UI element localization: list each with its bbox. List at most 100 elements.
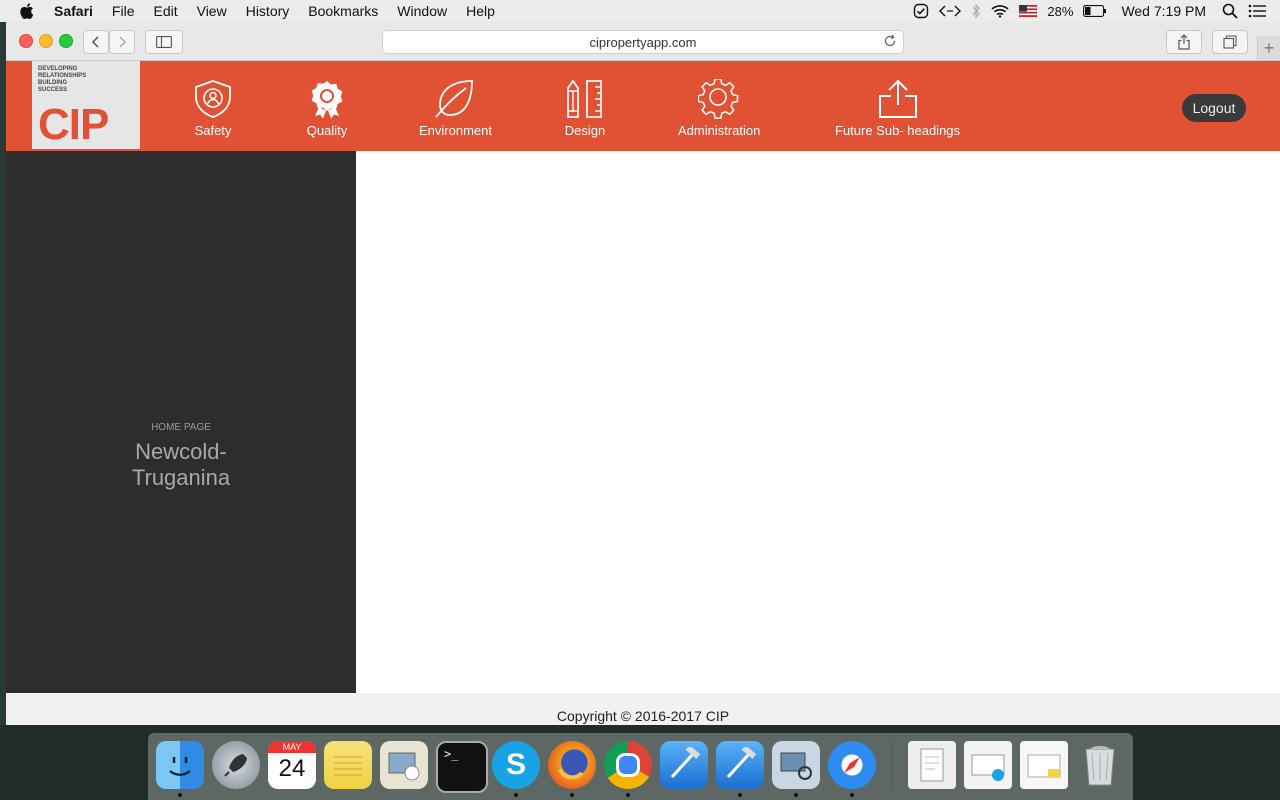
dock-xcode-2[interactable] <box>716 741 764 789</box>
xcode-hammer-icon <box>670 747 701 779</box>
dock-screenshot-stack[interactable] <box>964 741 1012 789</box>
zoom-window-button[interactable] <box>59 34 73 48</box>
dock-preview-app[interactable] <box>380 741 428 789</box>
address-bar[interactable]: cipropertyapp.com <box>382 30 904 54</box>
running-indicator <box>626 793 630 797</box>
nav-safety[interactable]: Safety <box>192 79 234 138</box>
plus-icon: + <box>1263 37 1275 58</box>
menu-file[interactable]: File <box>112 3 135 19</box>
url-text: cipropertyapp.com <box>589 34 697 50</box>
nav-administration[interactable]: Administration <box>678 79 760 138</box>
menu-edit[interactable]: Edit <box>153 3 177 19</box>
nav-design[interactable]: Design <box>563 79 607 138</box>
document-icon <box>920 748 944 782</box>
notes-icon <box>334 756 362 776</box>
menu-app-name[interactable]: Safari <box>54 3 93 19</box>
dock-finder[interactable] <box>156 741 204 789</box>
notification-center-icon[interactable] <box>1248 4 1266 18</box>
dock-trash[interactable] <box>1076 741 1124 789</box>
site-header: DEVELOPING RELATIONSHIPS BUILDING SUCCES… <box>6 61 1280 151</box>
battery-icon[interactable] <box>1083 5 1107 17</box>
dock-separator <box>892 741 893 791</box>
spotlight-search-icon[interactable] <box>1222 3 1238 19</box>
folder-stack-icon <box>1027 754 1061 778</box>
menu-view[interactable]: View <box>197 3 227 19</box>
running-indicator <box>178 793 182 797</box>
nav-label: Design <box>564 123 606 138</box>
menu-bookmarks[interactable]: Bookmarks <box>308 3 378 19</box>
dock-document-stack[interactable] <box>908 741 956 789</box>
nav-quality[interactable]: Quality <box>306 79 348 138</box>
web-page: DEVELOPING RELATIONSHIPS BUILDING SUCCES… <box>6 61 1280 725</box>
calendar-month: MAY <box>268 741 316 753</box>
tagline-line: SUCCESS <box>38 87 68 93</box>
back-button[interactable] <box>83 30 109 54</box>
dock-notes[interactable] <box>324 741 372 789</box>
us-flag-input-icon[interactable] <box>1019 5 1038 17</box>
code-brackets-icon[interactable] <box>939 4 962 18</box>
wifi-icon[interactable] <box>991 4 1009 18</box>
logout-button[interactable]: Logout <box>1182 94 1246 122</box>
clock[interactable]: Wed 7:19 PM <box>1121 3 1206 19</box>
dock-terminal[interactable]: >_ <box>436 741 488 793</box>
logo-tagline: DEVELOPING RELATIONSHIPS BUILDING SUCCES… <box>38 66 86 94</box>
pencil-ruler-icon <box>567 79 602 118</box>
running-indicator <box>514 793 518 797</box>
skype-icon: S <box>505 748 526 781</box>
trash-icon <box>1085 746 1115 786</box>
screenshot-icon <box>971 754 1005 781</box>
apple-menu-icon[interactable] <box>16 0 38 22</box>
menu-window[interactable]: Window <box>397 3 447 19</box>
dock-downloads-stack[interactable] <box>1020 741 1068 789</box>
chevron-right-icon <box>119 36 127 48</box>
chevron-left-icon <box>91 36 99 48</box>
dock-launchpad[interactable] <box>212 741 260 789</box>
project-title: Newcold- Truganina <box>6 439 356 491</box>
sidebar-toggle-button[interactable] <box>145 30 183 54</box>
checkmark-status-icon[interactable] <box>913 3 929 19</box>
reload-icon[interactable] <box>883 34 897 51</box>
tagline-line: DEVELOPING <box>38 66 78 72</box>
cip-logo[interactable]: DEVELOPING RELATIONSHIPS BUILDING SUCCES… <box>32 61 140 149</box>
sidebar-panel: HOME PAGE Newcold- Truganina <box>6 151 356 693</box>
safari-window: cipropertyapp.com + DEVELOPING RELATIONS… <box>6 22 1280 725</box>
dock-image-capture[interactable] <box>772 741 820 789</box>
close-window-button[interactable] <box>19 34 33 48</box>
menu-help[interactable]: Help <box>466 3 495 19</box>
forward-button[interactable] <box>109 30 135 54</box>
finder-icon <box>169 757 191 776</box>
photo-magnifier-icon <box>780 752 812 780</box>
browser-toolbar: cipropertyapp.com + <box>6 22 1280 61</box>
calendar-day: 24 <box>278 755 306 782</box>
dock-calendar[interactable]: MAY 24 <box>268 741 316 789</box>
image-viewer-icon <box>388 752 420 781</box>
battery-percent[interactable]: 28% <box>1047 4 1073 19</box>
nav-environment[interactable]: Environment <box>419 79 492 138</box>
nav-future-subheadings[interactable]: Future Sub- headings <box>835 79 960 138</box>
chrome-icon <box>616 753 640 777</box>
dock-firefox[interactable] <box>548 741 596 789</box>
dock-safari[interactable] <box>828 741 876 789</box>
rocket-icon <box>224 754 247 777</box>
dock-skype[interactable]: S <box>492 741 540 789</box>
running-indicator <box>738 793 742 797</box>
nav-label: Environment <box>419 123 492 138</box>
nav-label: Quality <box>306 123 348 138</box>
tabs-overview-button[interactable] <box>1212 30 1248 54</box>
minimize-window-button[interactable] <box>39 34 53 48</box>
terminal-prompt-icon: >_ <box>444 747 459 761</box>
new-tab-button[interactable]: + <box>1257 36 1280 60</box>
dock-xcode[interactable] <box>660 741 708 789</box>
menu-history[interactable]: History <box>246 3 290 19</box>
gear-icon <box>698 79 739 119</box>
logo-mark: CIP <box>38 100 109 149</box>
bluetooth-icon[interactable] <box>971 3 981 19</box>
copyright-text: Copyright © 2016-2017 CIP <box>556 708 730 724</box>
tagline-line: RELATIONSHIPS <box>38 73 87 79</box>
share-icon <box>1178 34 1190 50</box>
share-button[interactable] <box>1166 30 1202 54</box>
running-indicator <box>570 793 574 797</box>
leaf-icon <box>435 80 474 118</box>
compass-icon <box>844 757 860 773</box>
dock-chrome[interactable] <box>604 741 652 789</box>
